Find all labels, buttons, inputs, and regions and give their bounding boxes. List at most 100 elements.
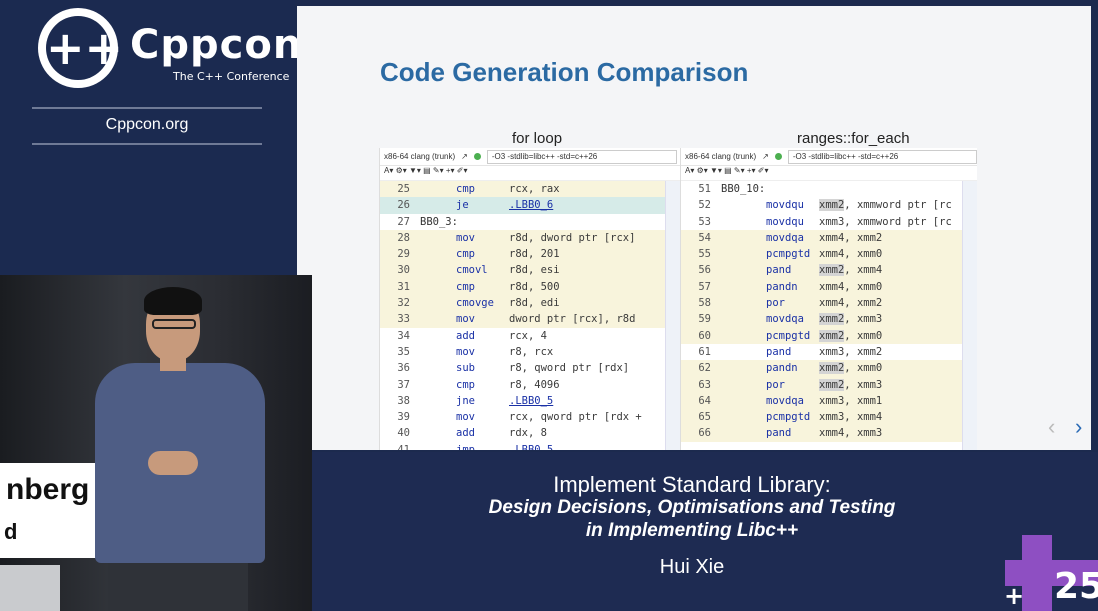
operand-rest: , xmm1 <box>844 394 883 407</box>
line-number: 28 <box>397 231 410 244</box>
status-dot-icon <box>473 153 481 160</box>
prev-slide-icon[interactable]: ‹ <box>1048 414 1055 440</box>
pane-toolbar[interactable]: A▾ ⚙▾ ▼▾ ▤ ✎▾ +▾ ✐▾ <box>380 166 680 181</box>
register: xmm3 <box>819 411 845 424</box>
asm-opcode: movdqa <box>766 313 804 326</box>
operand-rest: , xmm4 <box>844 264 883 277</box>
asm-operands: r8d, dword ptr [rcx] <box>509 231 636 244</box>
code-line: 53 movdqu xmm3, xmmword ptr [rc <box>681 214 977 230</box>
compiler-options-input[interactable]: -O3 -stdlib=libc++ -std=c++26 <box>486 149 677 164</box>
asm-code: 51 BB0_10: 52 movdqu xmm2, xmmword ptr [rc 53… <box>681 181 977 442</box>
jump-target-link[interactable]: .LBB0_5 <box>509 444 553 450</box>
minimap[interactable] <box>962 181 977 450</box>
line-number: 51 <box>698 183 711 195</box>
code-line: 55 pcmpgtd xmm4, xmm0 <box>681 246 977 263</box>
code-line: 60 pcmpgtd xmm2, xmm0 <box>681 327 977 344</box>
operand-rest: , xmmword ptr [rc <box>844 215 952 228</box>
asm-opcode: movdqa <box>766 394 804 407</box>
code-line: 36 sub r8, qword ptr [rdx] <box>380 360 680 376</box>
line-number: 57 <box>698 280 711 293</box>
code-line: 37 cmp r8, 4096 <box>380 377 680 393</box>
code-line: 30 cmovl r8d, esi <box>380 262 680 279</box>
operand-rest: , xmm2 <box>844 297 883 310</box>
left-asm-pane: x86-64 clang (trunk) ↗ -O3 -stdlib=libc+… <box>379 148 680 450</box>
operand-rest: , xmm3 <box>844 427 883 440</box>
asm-operands: r8d, edi <box>509 297 560 310</box>
line-number: 33 <box>397 313 410 326</box>
asm-opcode: je <box>456 199 469 212</box>
asm-opcode: pcmpgtd <box>766 329 811 342</box>
asm-operands: r8, qword ptr [rdx] <box>509 362 630 375</box>
asm-opcode: movdqu <box>766 199 804 212</box>
asm-operands: xmm2, xmm3 <box>819 377 882 393</box>
asm-opcode: cmovl <box>456 264 488 277</box>
line-number: 53 <box>698 215 711 228</box>
register: xmm4 <box>819 280 845 293</box>
code-line: 51 BB0_10: <box>681 181 977 197</box>
register: xmm4 <box>819 297 845 310</box>
pane-toolbar[interactable]: A▾ ⚙▾ ▼▾ ▤ ✎▾ +▾ ✐▾ <box>681 166 977 181</box>
compiler-select[interactable]: x86-64 clang (trunk) <box>384 152 455 161</box>
asm-operands: xmm3, xmm1 <box>819 393 882 409</box>
line-number: 32 <box>397 297 410 310</box>
code-line: 65 pcmpgtd xmm3, xmm4 <box>681 409 977 426</box>
asm-opcode: pandn <box>766 362 798 375</box>
next-slide-icon[interactable]: › <box>1075 414 1082 440</box>
asm-operands: .LBB0_5 <box>509 393 553 409</box>
jump-target-link[interactable]: .LBB0_5 <box>509 395 553 407</box>
talk-subtitle-2: in Implementing Libc++ <box>585 520 799 541</box>
asm-operands: .LBB0_6 <box>509 197 553 213</box>
compiler-select[interactable]: x86-64 clang (trunk) <box>685 152 756 161</box>
asm-opcode: cmovge <box>456 297 494 310</box>
line-number: 30 <box>397 264 410 277</box>
compiler-options-input[interactable]: -O3 -stdlib=libc++ -std=c++26 <box>787 149 977 164</box>
minimap[interactable] <box>665 181 680 450</box>
code-line: 28 mov r8d, dword ptr [rcx] <box>380 229 680 247</box>
code-line: 39 mov rcx, qword ptr [rdx + <box>380 409 680 425</box>
code-line: 32 cmovge r8d, edi <box>380 295 680 312</box>
asm-operands: .LBB0_5 <box>509 442 553 450</box>
speaker-video: nberg d <box>0 275 312 611</box>
line-number: 41 <box>397 443 410 450</box>
jump-target-link[interactable]: .LBB0_6 <box>509 199 553 211</box>
asm-operands: rdx, 8 <box>509 427 547 440</box>
line-number: 63 <box>698 378 711 391</box>
register: xmm3 <box>819 345 845 358</box>
popout-icon[interactable]: ↗ <box>762 152 769 161</box>
asm-operands: xmm4, xmm2 <box>819 230 882 246</box>
sign-text-2: d <box>4 519 18 544</box>
logo-tagline: The C++ Conference <box>173 70 290 83</box>
asm-code: 25 cmp rcx, rax 26 je .LBB0_6 27 BB0_3: 28 mov r8d… <box>380 181 680 450</box>
code-line: 63 por xmm2, xmm3 <box>681 376 977 393</box>
talk-subtitle-1: Design Decisions, Optimisations and Test… <box>488 497 896 518</box>
asm-opcode: add <box>456 329 475 342</box>
asm-operands: xmm2, xmm0 <box>819 360 882 376</box>
compiler-bar: x86-64 clang (trunk) ↗ -O3 -stdlib=libc+… <box>380 148 680 166</box>
asm-operands: xmm3, xmm2 <box>819 344 882 360</box>
popout-icon[interactable]: ↗ <box>461 152 468 161</box>
status-dot-icon <box>774 153 782 160</box>
line-number: 62 <box>698 362 711 375</box>
asm-operands: xmm2, xmm3 <box>819 311 882 327</box>
asm-operands: xmm4, xmm2 <box>819 295 882 311</box>
site-url: Cppcon.org <box>105 116 189 133</box>
asm-operands: xmm3, xmm4 <box>819 409 882 425</box>
register: xmm3 <box>819 215 845 228</box>
register: xmm3 <box>819 394 845 407</box>
operand-rest: , xmm3 <box>844 378 883 391</box>
speaker-pants <box>108 555 248 611</box>
code-line: 58 por xmm4, xmm2 <box>681 295 977 312</box>
asm-operands: dword ptr [rcx], r8d <box>509 313 636 326</box>
line-number: 34 <box>397 329 410 342</box>
code-line: 40 add rdx, 8 <box>380 425 680 441</box>
divider <box>32 107 262 109</box>
line-number: 40 <box>397 427 410 440</box>
line-number: 55 <box>698 248 711 261</box>
line-number: 26 <box>397 199 410 212</box>
operand-rest: , xmm0 <box>844 329 883 342</box>
register: xmm4 <box>819 248 845 261</box>
asm-opcode: mov <box>456 313 475 326</box>
sign-text: nberg <box>6 473 90 506</box>
code-line: 62 pandn xmm2, xmm0 <box>681 360 977 377</box>
line-number: 27 <box>397 215 410 228</box>
